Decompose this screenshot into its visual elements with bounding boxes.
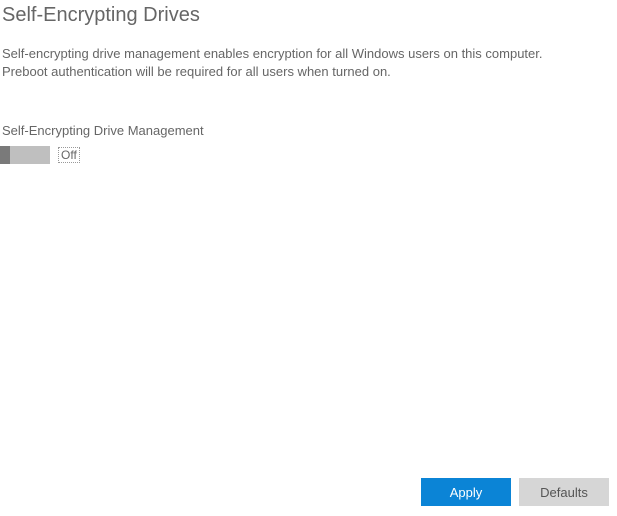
button-bar: Apply Defaults: [421, 478, 609, 506]
toggle-knob-icon: [0, 146, 10, 164]
section-label: Self-Encrypting Drive Management: [0, 81, 617, 138]
defaults-button[interactable]: Defaults: [519, 478, 609, 506]
page-description: Self-encrypting drive management enables…: [0, 27, 590, 81]
toggle-state-label: Off: [58, 147, 80, 163]
sed-management-toggle[interactable]: [0, 146, 50, 164]
toggle-row: Off: [0, 138, 617, 164]
page-title: Self-Encrypting Drives: [0, 0, 617, 27]
apply-button[interactable]: Apply: [421, 478, 511, 506]
